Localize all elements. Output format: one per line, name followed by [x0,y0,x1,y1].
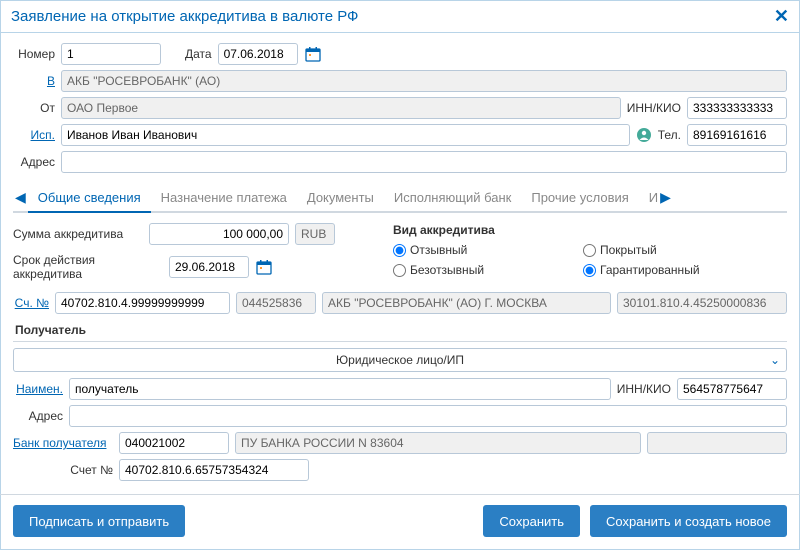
inn-input[interactable] [687,97,787,119]
chevron-down-icon: ⌄ [770,353,780,367]
addr-label: Адрес [13,155,55,169]
recipient-bank-label[interactable]: Банк получателя [13,436,113,450]
tabs: ◀ Общие сведения Назначение платежа Доку… [13,184,787,213]
recipient-addr-input[interactable] [69,405,787,427]
radio-revocable[interactable]: Отзывный [393,243,563,257]
tab-scroll-left-icon[interactable]: ◀ [13,189,28,206]
radio-covered[interactable]: Покрытый [583,243,753,257]
radio-group: Отзывный Покрытый Безотзывный Гарантиров… [393,243,787,277]
tab-documents[interactable]: Документы [297,184,384,211]
window-title: Заявление на открытие аккредитива в валю… [11,8,774,25]
recipient-bank-extra-input [647,432,787,454]
window: Заявление на открытие аккредитива в валю… [0,0,800,550]
content: Номер Дата В От ИНН/КИО Исп. Тел. [1,33,799,494]
number-input[interactable] [61,43,161,65]
footer: Подписать и отправить Сохранить Сохранит… [1,495,799,549]
addr-input[interactable] [61,151,787,173]
term-label: Срок действия аккредитива [13,253,163,281]
titlebar: Заявление на открытие аккредитива в валю… [1,1,799,33]
acct-input[interactable] [55,292,230,314]
corr-input [617,292,787,314]
tel-label: Тел. [658,128,681,142]
tab-general[interactable]: Общие сведения [28,184,151,213]
isp-label[interactable]: Исп. [13,128,55,142]
contact-icon[interactable] [636,127,652,143]
recipient-addr-label: Адрес [13,409,63,423]
tab-scroll-right-icon[interactable]: ▶ [658,189,673,206]
save-button[interactable]: Сохранить [483,505,580,537]
recipient-bank-name-input [235,432,641,454]
amount-label: Сумма аккредитива [13,227,143,241]
save-new-button[interactable]: Сохранить и создать новое [590,505,787,537]
calendar-icon[interactable] [255,258,273,276]
recipient-type-select[interactable]: Юридическое лицо/ИП ⌄ [13,348,787,372]
currency-input [295,223,335,245]
recipient-acct-label: Счет № [13,463,113,477]
inn-label: ИНН/КИО [627,101,681,115]
tab-executing-bank[interactable]: Исполняющий банк [384,184,521,211]
tab-other[interactable]: Прочие условия [521,184,638,211]
close-icon[interactable]: ✕ [774,6,789,27]
isp-input[interactable] [61,124,630,146]
date-input[interactable] [218,43,298,65]
recipient-name-label[interactable]: Наимен. [13,382,63,396]
number-label: Номер [13,47,55,61]
recipient-bank-bic-input[interactable] [119,432,229,454]
type-title: Вид аккредитива [393,223,787,237]
recipient-type-text: Юридическое лицо/ИП [14,353,786,367]
recipient-acct-input[interactable] [119,459,309,481]
recipient-inn-label: ИНН/КИО [617,382,671,396]
in-label[interactable]: В [13,74,55,88]
from-input[interactable] [61,97,621,119]
date-label: Дата [185,47,212,61]
separator [13,341,787,342]
radio-irrevocable[interactable]: Безотзывный [393,263,563,277]
tel-input[interactable] [687,124,787,146]
recipient-name-input[interactable] [69,378,611,400]
bic-input [236,292,316,314]
from-label: От [13,101,55,115]
sign-send-button[interactable]: Подписать и отправить [13,505,185,537]
bank-name-input [322,292,611,314]
recipient-inn-input[interactable] [677,378,787,400]
term-date-input[interactable] [169,256,249,278]
calendar-icon[interactable] [304,45,322,63]
in-bank-input[interactable] [61,70,787,92]
recipient-title: Получатель [15,323,787,337]
amount-input[interactable] [149,223,289,245]
tab-overflow[interactable]: И [639,184,658,211]
radio-guaranteed[interactable]: Гарантированный [583,263,753,277]
acct-label[interactable]: Сч. № [13,296,49,310]
tab-purpose[interactable]: Назначение платежа [151,184,297,211]
